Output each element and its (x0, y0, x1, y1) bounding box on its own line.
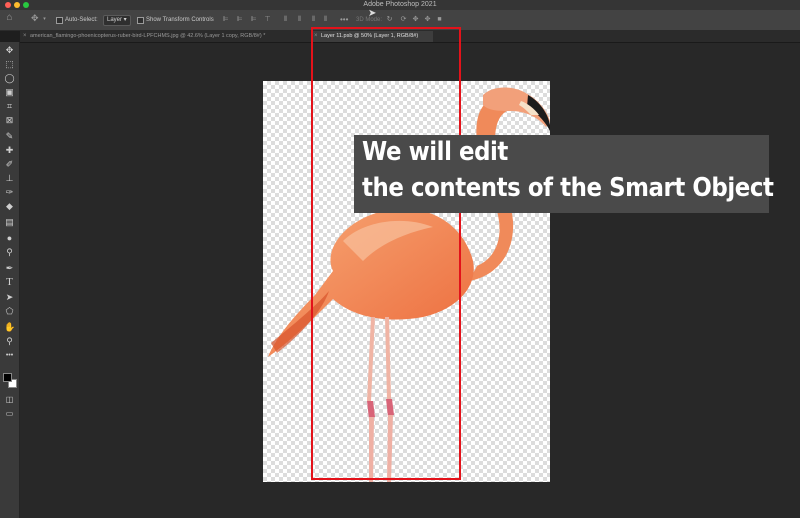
blur-tool-icon[interactable]: ● (4, 233, 15, 244)
distribute-icon[interactable]: ⫴ (282, 16, 289, 23)
dodge-tool-icon[interactable]: ⚲ (4, 247, 15, 258)
shape-tool-icon[interactable]: ⬠ (4, 306, 15, 317)
lasso-tool-icon[interactable]: ◯ (4, 73, 15, 84)
align-right-icon[interactable]: ⊫ (250, 16, 257, 23)
frame-tool-icon[interactable]: ⊠ (4, 115, 15, 126)
distribute-center-icon[interactable]: ⫴ (296, 16, 303, 23)
distribute-right-icon[interactable]: ⫴ (310, 16, 317, 23)
drag-3d-icon[interactable]: ✥ (412, 16, 419, 23)
distribute-spacing-icon[interactable]: ⫴ (322, 16, 329, 23)
quick-mask-icon[interactable]: ◫ (4, 394, 15, 405)
cursor-icon: ➤ (368, 8, 377, 19)
orbit-3d-icon[interactable]: ↻ (386, 16, 393, 23)
history-brush-tool-icon[interactable]: ✑ (4, 187, 15, 198)
type-tool-icon[interactable]: T (4, 277, 15, 288)
eraser-tool-icon[interactable]: ◆ (4, 201, 15, 212)
show-transform-checkbox[interactable] (137, 17, 144, 24)
foreground-color-swatch[interactable] (3, 373, 12, 382)
zoom-tool-icon[interactable]: ⚲ (4, 336, 15, 347)
tab-flamingo-jpg[interactable]: × american_flamingo-phoenicopterus-ruber… (20, 31, 310, 42)
move-tool-icon[interactable]: ✥ (4, 45, 15, 56)
align-center-icon[interactable]: ⊫ (236, 16, 243, 23)
align-top-icon[interactable]: ⊤ (264, 16, 271, 23)
auto-select-value: Layer (107, 17, 123, 23)
path-select-tool-icon[interactable]: ➤ (4, 292, 15, 303)
eyedropper-tool-icon[interactable]: ✎ (4, 131, 15, 142)
app-title: Adobe Photoshop 2021 (363, 1, 437, 8)
caption-overlay: We will edit the contents of the Smart O… (354, 135, 774, 213)
more-tools-icon[interactable]: ••• (4, 350, 15, 361)
healing-tool-icon[interactable]: ✚ (4, 145, 15, 156)
crop-tool-icon[interactable]: ⌗ (4, 101, 15, 112)
title-bar: Adobe Photoshop 2021 (0, 0, 800, 10)
stamp-tool-icon[interactable]: ⊥ (4, 173, 15, 184)
highlight-rectangle (311, 27, 461, 480)
home-icon[interactable]: ⌂ (6, 13, 13, 23)
tools-panel: ✥ ⬚ ◯ ▣ ⌗ ⊠ ✎ ✚ ✐ ⊥ ✑ ◆ ▤ ● ⚲ ✒ T ➤ ⬠ ✋ … (0, 42, 20, 518)
pen-tool-icon[interactable]: ✒ (4, 263, 15, 274)
auto-select-dropdown[interactable]: Layer ▾ (103, 15, 131, 26)
move-icon[interactable]: ✥ (31, 14, 39, 23)
brush-tool-icon[interactable]: ✐ (4, 159, 15, 170)
chevron-down-icon[interactable]: ▾ (41, 16, 48, 23)
auto-select-checkbox[interactable] (56, 17, 63, 24)
object-select-tool-icon[interactable]: ▣ (4, 87, 15, 98)
caption-line-1: We will edit (362, 137, 508, 167)
auto-select-label: Auto-Select: (65, 17, 98, 23)
show-transform-label: Show Transform Controls (146, 17, 214, 23)
caption-line-2: the contents of the Smart Object (362, 173, 774, 203)
tab-label: american_flamingo-phoenicopterus-ruber-b… (30, 33, 266, 39)
more-options-icon[interactable]: ••• (340, 16, 348, 24)
hand-tool-icon[interactable]: ✋ (4, 322, 15, 333)
close-tab-icon[interactable]: × (23, 31, 27, 42)
slide-3d-icon[interactable]: ✥ (424, 16, 431, 23)
screen-mode-icon[interactable]: ▭ (4, 408, 15, 419)
marquee-tool-icon[interactable]: ⬚ (4, 59, 15, 70)
scale-3d-icon[interactable]: ■ (436, 16, 443, 23)
roll-3d-icon[interactable]: ⟳ (400, 16, 407, 23)
align-left-icon[interactable]: ⊫ (222, 16, 229, 23)
gradient-tool-icon[interactable]: ▤ (4, 217, 15, 228)
